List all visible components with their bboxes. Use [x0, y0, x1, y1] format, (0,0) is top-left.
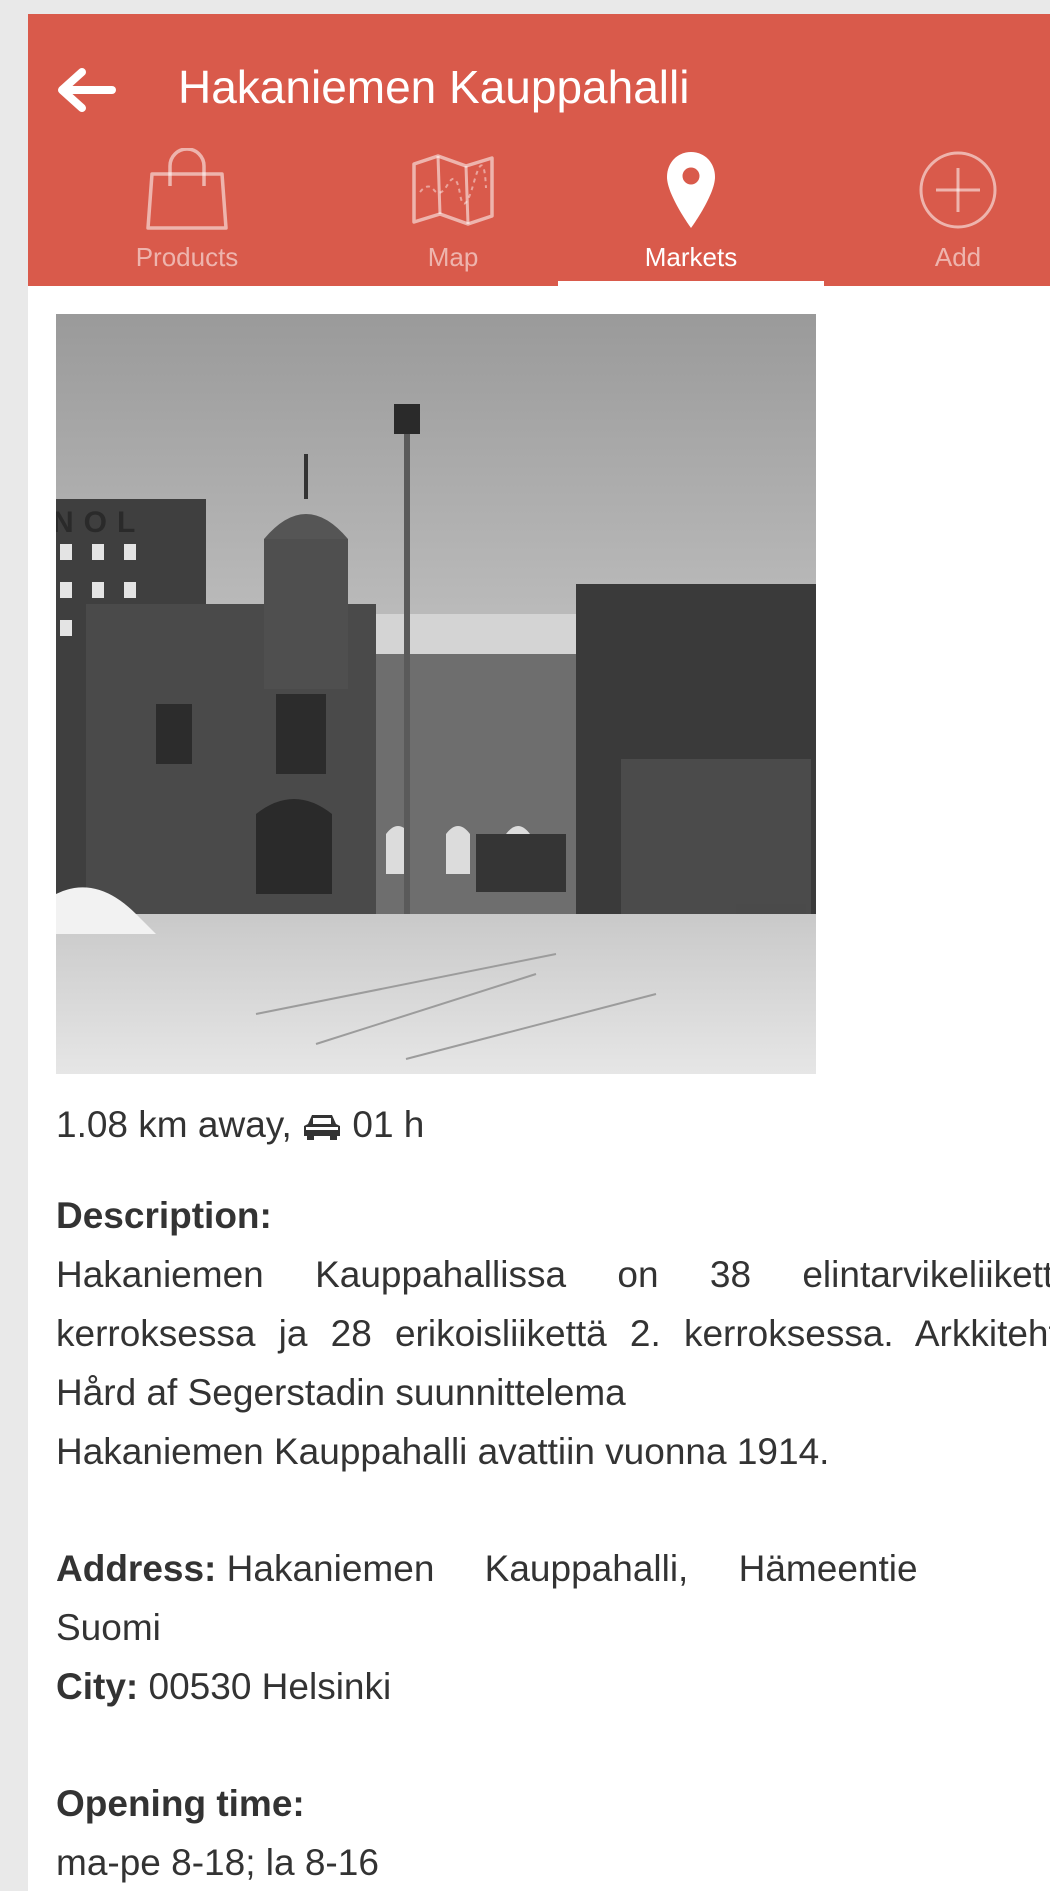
address-value: Hakaniemen Kauppahalli, Hämeentie [226, 1548, 918, 1589]
tab-products[interactable]: Products [54, 144, 320, 286]
map-icon [412, 154, 494, 226]
arrow-left-icon [58, 68, 116, 112]
tab-map[interactable]: Map [320, 144, 586, 286]
description-line: Hakaniemen Kauppahallissa on 38 elintarv… [56, 1254, 1050, 1295]
page-title: Hakaniemen Kauppahalli [178, 61, 690, 113]
description-line: kerroksessa ja 28 erikoisliikettä 2. ker… [56, 1313, 894, 1354]
market-photo: NOL [56, 314, 816, 1074]
address-block: Address: Hakaniemen Kauppahalli, Hämeent… [56, 1539, 1050, 1716]
address-label: Address: [56, 1548, 217, 1589]
market-details: 1.08 km away, 01 h Description: Hakaniem… [56, 1104, 1050, 1891]
plus-circle-icon [919, 151, 997, 229]
back-button[interactable] [46, 50, 126, 130]
opening-hours: ma-pe 8-18; la 8-16 [56, 1842, 379, 1883]
tab-products-label: Products [135, 242, 239, 272]
tab-markets[interactable]: Markets [558, 144, 824, 286]
shopping-bag-icon [146, 148, 228, 230]
tab-bar: Products Map Markets Add [28, 144, 1050, 286]
city-label: City: [56, 1666, 139, 1707]
svg-text:NOL: NOL [56, 506, 145, 539]
tab-add[interactable]: Add [825, 144, 1050, 286]
tab-map-label: Map [427, 242, 479, 272]
car-icon [302, 1107, 342, 1149]
distance-row: 1.08 km away, 01 h [56, 1104, 1050, 1149]
travel-time: 01 h [352, 1104, 425, 1145]
app-bar: Hakaniemen Kauppahalli Products Map Mark… [28, 14, 1050, 286]
screen: Hakaniemen Kauppahalli Products Map Mark… [28, 14, 1050, 1891]
distance-text: 1.08 km away, [56, 1104, 292, 1145]
description-line: Hakaniemen Kauppahalli avattiin vuonna 1… [56, 1431, 830, 1472]
description-text: Hakaniemen Kauppahallissa on 38 elintarv… [56, 1245, 1050, 1481]
tab-markets-label: Markets [644, 242, 738, 272]
city-value: 00530 Helsinki [148, 1666, 392, 1707]
description-label: Description: [56, 1195, 272, 1236]
opening-block: Opening time: ma-pe 8-18; la 8-16 [56, 1774, 1050, 1891]
address-country: Suomi [56, 1607, 161, 1648]
opening-label: Opening time: [56, 1783, 305, 1824]
tab-add-label: Add [934, 242, 982, 272]
location-pin-icon [667, 152, 715, 228]
